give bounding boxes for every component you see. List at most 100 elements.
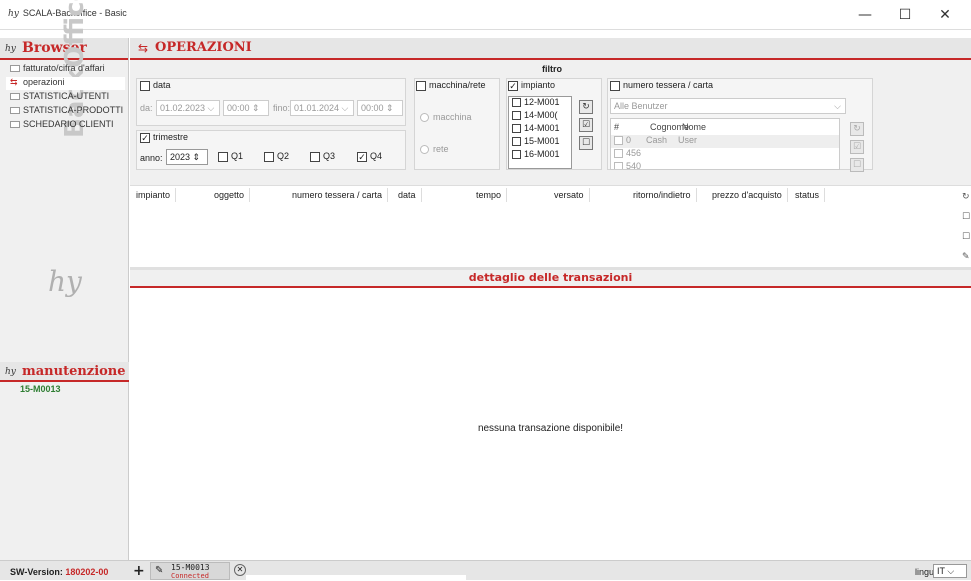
col-oggetto[interactable]: oggetto bbox=[214, 188, 251, 202]
time-from-input[interactable]: 00:00 ⇕ bbox=[223, 100, 269, 116]
maintenance-item[interactable]: 15-M0013 bbox=[20, 384, 61, 394]
machine-network-checkbox[interactable]: macchina/rete bbox=[416, 80, 486, 91]
checkbox-icon bbox=[512, 124, 521, 134]
chevron-down-icon: ⌵ bbox=[834, 101, 841, 111]
refresh-icon[interactable]: ↻ bbox=[850, 122, 864, 136]
checkbox-icon bbox=[512, 150, 521, 160]
deselect-all-icon[interactable]: ☐ bbox=[850, 158, 864, 172]
col-impianto[interactable]: impianto bbox=[136, 188, 177, 202]
maintenance-title: manutenzione bbox=[22, 364, 126, 379]
select-all-icon[interactable]: ☑ bbox=[579, 118, 593, 132]
nav-item-statistica-utenti[interactable]: STATISTICA-UTENTI bbox=[10, 91, 109, 104]
checkbox-icon: ✓ bbox=[508, 80, 518, 91]
chart-icon bbox=[10, 65, 20, 73]
time-to-input[interactable]: 00:00 ⇕ bbox=[357, 100, 403, 116]
deselect-all-icon[interactable]: ☐ bbox=[579, 136, 593, 150]
plant-list-item[interactable]: 14-M001 bbox=[509, 123, 571, 136]
date-to-input[interactable]: 01.01.2024 ⌵ bbox=[290, 100, 354, 116]
sw-version: SW-Version: 180202-00 bbox=[10, 567, 109, 577]
operations-header: ⇆ OPERAZIONI bbox=[130, 38, 971, 60]
plug-icon: ✎ bbox=[155, 565, 164, 576]
refresh-icon[interactable]: ↻ bbox=[962, 192, 971, 204]
people-icon bbox=[10, 121, 20, 129]
plant-list-item[interactable]: 15-M001 bbox=[509, 136, 571, 149]
col-status[interactable]: status bbox=[795, 188, 826, 202]
close-icon[interactable]: ✕ bbox=[234, 564, 246, 576]
machine-radio[interactable]: macchina bbox=[420, 112, 472, 123]
minimize-button[interactable]: — bbox=[850, 5, 880, 25]
logo-icon: hy bbox=[5, 367, 16, 377]
checkbox-icon bbox=[614, 136, 623, 146]
checkbox-icon bbox=[264, 151, 274, 162]
card-table[interactable]: # CognomeNome 0 Cash User 456 540 bbox=[610, 118, 840, 170]
checkbox-icon bbox=[512, 137, 521, 147]
card-checkbox[interactable]: numero tessera / carta bbox=[610, 80, 713, 91]
machine-group bbox=[414, 78, 500, 170]
q2-checkbox[interactable]: Q2 bbox=[264, 151, 289, 162]
connection-tab[interactable]: ✎ 15-M0013 Connected bbox=[150, 562, 230, 580]
plant-list-item[interactable]: 16-M001 bbox=[509, 149, 571, 162]
q4-checkbox[interactable]: ✓ Q4 bbox=[357, 151, 382, 162]
nav-item-fatturato[interactable]: fatturato/cifra d'affari bbox=[10, 63, 105, 76]
card-row[interactable]: 0 Cash User bbox=[611, 135, 839, 148]
copy-icon[interactable]: ☐ bbox=[962, 212, 971, 224]
radio-icon bbox=[420, 145, 429, 155]
nav-item-operazioni[interactable]: ⇆ operazioni bbox=[6, 77, 125, 90]
card-row[interactable]: 540 bbox=[611, 161, 839, 169]
date-to-label: fino: bbox=[273, 103, 291, 113]
nav-item-statistica-prodotti[interactable]: STATISTICA-PRODOTTI bbox=[10, 105, 123, 118]
checkbox-icon bbox=[512, 98, 521, 108]
arrows-icon: ⇆ bbox=[10, 77, 18, 88]
checkbox-icon bbox=[140, 80, 150, 91]
col-data[interactable]: data bbox=[398, 188, 421, 202]
network-radio[interactable]: rete bbox=[420, 144, 449, 155]
col-numero-tessera[interactable]: numero tessera / carta bbox=[292, 188, 389, 202]
chart-icon bbox=[10, 93, 20, 101]
checkbox-icon bbox=[512, 111, 521, 121]
card-row[interactable]: 456 bbox=[611, 148, 839, 161]
col-versato[interactable]: versato bbox=[554, 188, 589, 202]
radio-icon bbox=[420, 113, 429, 123]
close-button[interactable]: ✕ bbox=[930, 5, 960, 25]
year-input[interactable]: 2023 ⇕ bbox=[166, 149, 208, 165]
checkbox-icon bbox=[310, 151, 320, 162]
chart-icon bbox=[10, 107, 20, 115]
detail-header: dettaglio delle transazioni bbox=[130, 270, 971, 288]
quarter-checkbox[interactable]: ✓ trimestre bbox=[140, 132, 188, 143]
date-from-input[interactable]: 01.02.2023 ⌵ bbox=[156, 100, 220, 116]
select-all-icon[interactable]: ☑ bbox=[850, 140, 864, 154]
checkbox-icon: ✓ bbox=[140, 132, 150, 143]
checkbox-icon bbox=[218, 151, 228, 162]
filter-area: filtro data da: 01.02.2023 ⌵ 00:00 ⇕ fin… bbox=[130, 60, 971, 185]
plant-list[interactable]: 12-M001 14-M00( 14-M001 15-M001 16-M001 bbox=[508, 96, 572, 169]
q3-checkbox[interactable]: Q3 bbox=[310, 151, 335, 162]
maximize-button[interactable]: ☐ bbox=[890, 5, 920, 25]
col-prezzo[interactable]: prezzo d'acquisto bbox=[712, 188, 788, 202]
browser-panel: hy Browser BackOffice fatturato/cifra d'… bbox=[0, 0, 129, 560]
status-bar: SW-Version: 180202-00 + ✎ 15-M0013 Conne… bbox=[0, 560, 971, 581]
export-icon[interactable]: ☐ bbox=[962, 232, 971, 244]
plant-checkbox[interactable]: ✓ impianto bbox=[508, 80, 555, 91]
scroll-strip bbox=[246, 575, 466, 581]
language-select[interactable]: IT ⌵ bbox=[933, 564, 967, 578]
date-checkbox[interactable]: data bbox=[140, 80, 171, 91]
add-icon[interactable]: + bbox=[133, 563, 145, 579]
title-bar: hy SCALA-Backoffice - Basic — ☐ ✕ bbox=[0, 0, 971, 30]
filter-title: filtro bbox=[542, 64, 562, 74]
empty-message: nessuna transazione disponibile! bbox=[477, 423, 624, 434]
refresh-icon[interactable]: ↻ bbox=[579, 100, 593, 114]
checkbox-icon bbox=[610, 80, 620, 91]
q1-checkbox[interactable]: Q1 bbox=[218, 151, 243, 162]
year-label: anno: bbox=[140, 153, 163, 163]
chevron-down-icon: ⌵ bbox=[947, 566, 955, 576]
col-tempo[interactable]: tempo bbox=[476, 188, 508, 202]
plant-list-item[interactable]: 12-M001 bbox=[509, 97, 571, 110]
transactions-table: impianto oggetto numero tessera / carta … bbox=[130, 185, 971, 267]
nav-item-schedario-clienti[interactable]: SCHEDARIO CLIENTI bbox=[10, 119, 114, 132]
arrows-icon: ⇆ bbox=[138, 41, 149, 55]
tool-icon[interactable]: ✎ bbox=[962, 252, 971, 264]
user-select[interactable]: Alle Benutzer ⌵ bbox=[610, 98, 846, 114]
col-ritorno[interactable]: ritorno/indietro bbox=[633, 188, 697, 202]
plant-list-item[interactable]: 14-M00( bbox=[509, 110, 571, 123]
date-from-label: da: bbox=[140, 103, 153, 113]
